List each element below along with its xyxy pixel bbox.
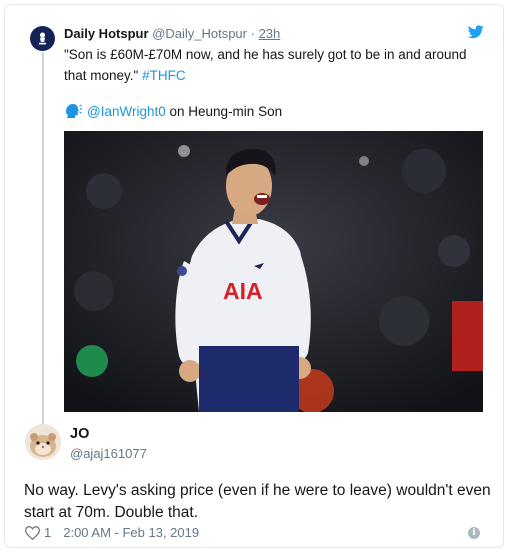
tweet-photo[interactable]: AIA xyxy=(64,131,483,412)
quoted-text-body: "Son is £60M-£70M now, and he has surely… xyxy=(64,47,467,83)
like-count[interactable]: 1 xyxy=(44,525,51,540)
reply-timestamp[interactable]: 2:00 AM - Feb 13, 2019 xyxy=(63,525,199,540)
shirt-sponsor-text: AIA xyxy=(223,278,263,304)
quoted-display-name[interactable]: Daily Hotspur xyxy=(64,26,149,41)
thread-line xyxy=(42,52,44,426)
reply-display-name[interactable]: JO xyxy=(70,426,89,442)
reply-tweet-text: No way. Levy's asking price (even if he … xyxy=(24,482,491,521)
mention-link[interactable]: @IanWright0 xyxy=(87,104,166,119)
twitter-bird-icon[interactable] xyxy=(468,25,484,39)
info-icon[interactable]: i xyxy=(468,527,480,539)
tweet-footer: 1 2:00 AM - Feb 13, 2019 xyxy=(25,525,199,540)
player-celebration-image: AIA xyxy=(64,131,483,412)
daily-hotspur-avatar[interactable] xyxy=(30,26,55,51)
header-separator: · xyxy=(250,26,255,41)
quoted-time[interactable]: 23h xyxy=(259,26,281,41)
jo-avatar[interactable] xyxy=(25,424,61,460)
mention-line: @IanWright0 on Heung-min Son xyxy=(64,101,282,122)
spurs-crest-icon xyxy=(39,32,46,45)
quoted-tweet-header: Daily Hotspur @Daily_Hotspur · 23h xyxy=(64,26,280,41)
speaking-head-icon xyxy=(66,104,82,118)
quoted-handle[interactable]: @Daily_Hotspur xyxy=(152,26,247,41)
hamster-avatar-icon xyxy=(25,424,61,460)
heart-icon[interactable] xyxy=(25,525,40,540)
hashtag-link[interactable]: #THFC xyxy=(142,68,186,83)
reply-handle[interactable]: @ajaj161077 xyxy=(70,446,147,461)
quoted-tweet-text: "Son is £60M-£70M now, and he has surely… xyxy=(64,44,484,86)
mention-suffix: on Heung-min Son xyxy=(169,104,283,119)
